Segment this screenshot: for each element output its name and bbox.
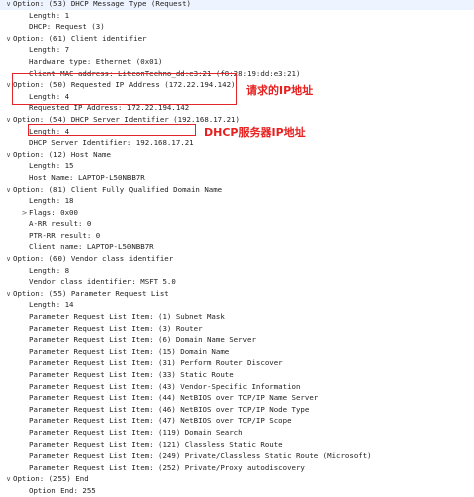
tree-node-option[interactable]: ∨ Option: (53) DHCP Message Type (Request… xyxy=(0,0,474,10)
tree-node-field[interactable]: Length: 7 xyxy=(0,44,474,56)
tree-node-label: Parameter Request List Item: (252) Priva… xyxy=(29,462,305,472)
tree-node-field[interactable]: Length: 1 xyxy=(0,10,474,22)
tree-node-field[interactable]: Parameter Request List Item: (252) Priva… xyxy=(0,462,474,474)
tree-node-label: Parameter Request List Item: (44) NetBIO… xyxy=(29,393,319,403)
tree-node-option[interactable]: ∨ Option: (55) Parameter Request List xyxy=(0,288,474,300)
tree-node-field[interactable]: Parameter Request List Item: (44) NetBIO… xyxy=(0,392,474,404)
tree-node-field[interactable]: Parameter Request List Item: (6) Domain … xyxy=(0,334,474,346)
tree-node-label: Parameter Request List Item: (47) NetBIO… xyxy=(29,416,292,426)
tree-node-label: Length: 15 xyxy=(29,161,74,171)
tree-node-field[interactable]: A-RR result: 0 xyxy=(0,218,474,230)
tree-node-field[interactable]: Requested IP Address: 172.22.194.142 xyxy=(0,102,474,114)
tree-node-label: PTR-RR result: 0 xyxy=(29,230,101,240)
tree-node-label: Parameter Request List Item: (1) Subnet … xyxy=(29,312,225,322)
tree-node-field[interactable]: Parameter Request List Item: (119) Domai… xyxy=(0,427,474,439)
tree-node-label: Parameter Request List Item: (249) Priva… xyxy=(29,451,372,461)
tree-node-label: Length: 1 xyxy=(29,10,70,20)
tree-node-label: Host Name: LAPTOP-L50NBB7R xyxy=(29,172,145,182)
tree-node-field[interactable]: Parameter Request List Item: (1) Subnet … xyxy=(0,311,474,323)
tree-node-label: Option: (60) Vendor class identifier xyxy=(13,254,174,264)
tree-node-field[interactable]: Parameter Request List Item: (31) Perfor… xyxy=(0,357,474,369)
tree-node-field[interactable]: Parameter Request List Item: (33) Static… xyxy=(0,369,474,381)
tree-node-label: DHCP Server Identifier: 192.168.17.21 xyxy=(29,138,194,148)
tree-node-label: Parameter Request List Item: (33) Static… xyxy=(29,370,234,379)
tree-node-field[interactable]: Parameter Request List Item: (3) Router xyxy=(0,323,474,335)
tree-node-label: Option: (61) Client identifier xyxy=(13,33,147,43)
tree-node-label: Option: (53) DHCP Message Type (Request) xyxy=(13,0,191,8)
tree-node-label: Hardware type: Ethernet (0x01) xyxy=(29,56,163,66)
tree-node-field[interactable]: Parameter Request List Item: (47) NetBIO… xyxy=(0,415,474,427)
annotation-server-id: DHCP服务器IP地址 xyxy=(204,126,306,139)
tree-node-label: Length: 4 xyxy=(29,91,70,101)
tree-node-label: Flags: 0x00 xyxy=(29,207,78,217)
tree-node-label: Option: (55) Parameter Request List xyxy=(13,288,169,298)
tree-node-option[interactable]: ∨ Option: (12) Host Name xyxy=(0,149,474,161)
tree-node-label: Length: 4 xyxy=(29,126,70,136)
tree-node-field[interactable]: Client name: LAPTOP-L50NBB7R xyxy=(0,241,474,253)
tree-node-label: Length: 7 xyxy=(29,45,70,55)
tree-node-label: Parameter Request List Item: (119) Domai… xyxy=(29,427,243,437)
tree-node-field[interactable]: Parameter Request List Item: (249) Priva… xyxy=(0,450,474,462)
tree-node-label: Client MAC address: LiteonTechno_dd:e3:2… xyxy=(29,68,301,78)
tree-node-label: Client name: LAPTOP-L50NBB7R xyxy=(29,242,154,252)
tree-node-field[interactable]: Length: 15 xyxy=(0,160,474,172)
tree-node-field[interactable]: Length: 18 xyxy=(0,195,474,207)
tree-node-label: Length: 8 xyxy=(29,265,70,275)
tree-node-field[interactable]: Parameter Request List Item: (15) Domain… xyxy=(0,346,474,358)
tree-node-field[interactable]: Parameter Request List Item: (46) NetBIO… xyxy=(0,404,474,416)
tree-node-label: Requested IP Address: 172.22.194.142 xyxy=(29,103,190,113)
tree-node-field[interactable]: Length: 8 xyxy=(0,265,474,277)
tree-node-label: Parameter Request List Item: (31) Perfor… xyxy=(29,358,283,368)
tree-node-field[interactable]: Length: 4 xyxy=(0,91,474,103)
tree-node-field[interactable]: Length: 14 xyxy=(0,299,474,311)
tree-node-option[interactable]: ∨ Option: (60) Vendor class identifier xyxy=(0,253,474,265)
tree-node-label: Option End: 255 xyxy=(29,485,96,495)
tree-node-label: Option: (50) Requested IP Address (172.2… xyxy=(13,80,236,90)
tree-node-label: Vendor class identifier: MSFT 5.0 xyxy=(29,277,176,287)
tree-node-field[interactable]: Vendor class identifier: MSFT 5.0 xyxy=(0,276,474,288)
tree-node-field[interactable]: Parameter Request List Item: (121) Class… xyxy=(0,439,474,451)
tree-node-label: Option: (12) Host Name xyxy=(13,149,111,159)
tree-node-label: Parameter Request List Item: (121) Class… xyxy=(29,439,283,449)
tree-node-label: Parameter Request List Item: (15) Domain… xyxy=(29,346,230,356)
tree-node-label: A-RR result: 0 xyxy=(29,219,92,229)
tree-node-label: Parameter Request List Item: (43) Vendor… xyxy=(29,381,301,391)
packet-detail-tree: ∨ Option: (53) DHCP Message Type (Request… xyxy=(0,0,474,497)
tree-node-field[interactable]: Option End: 255 xyxy=(0,485,474,497)
tree-node-label: Length: 18 xyxy=(29,196,74,206)
tree-node-field[interactable]: PTR-RR result: 0 xyxy=(0,230,474,242)
tree-node-option[interactable]: ∨ Option: (50) Requested IP Address (172.… xyxy=(0,79,474,91)
tree-node-label: Parameter Request List Item: (46) NetBIO… xyxy=(29,404,310,414)
tree-node-option[interactable]: ∨ Option: (61) Client identifier xyxy=(0,33,474,45)
tree-node-label: Length: 14 xyxy=(29,300,74,310)
tree-node-label: Option: (81) Client Fully Qualified Doma… xyxy=(13,184,223,194)
tree-node-field[interactable]: Client MAC address: LiteonTechno_dd:e3:2… xyxy=(0,68,474,80)
tree-node-field[interactable]: > Flags: 0x00 xyxy=(0,207,474,219)
tree-node-option[interactable]: ∨ Option: (255) End xyxy=(0,473,474,485)
tree-node-field[interactable]: Hardware type: Ethernet (0x01) xyxy=(0,56,474,68)
tree-node-option[interactable]: ∨ Option: (81) Client Fully Qualified Dom… xyxy=(0,184,474,196)
annotation-requested-ip: 请求的IP地址 xyxy=(246,84,314,97)
tree-node-field[interactable]: Host Name: LAPTOP-L50NBB7R xyxy=(0,172,474,184)
tree-node-label: Parameter Request List Item: (6) Domain … xyxy=(29,335,256,345)
tree-node-label: DHCP: Request (3) xyxy=(29,22,105,32)
tree-node-field[interactable]: DHCP: Request (3) xyxy=(0,21,474,33)
tree-node-field[interactable]: Parameter Request List Item: (43) Vendor… xyxy=(0,381,474,393)
tree-node-label: Parameter Request List Item: (3) Router xyxy=(29,323,203,333)
tree-node-label: Option: (255) End xyxy=(13,474,89,484)
